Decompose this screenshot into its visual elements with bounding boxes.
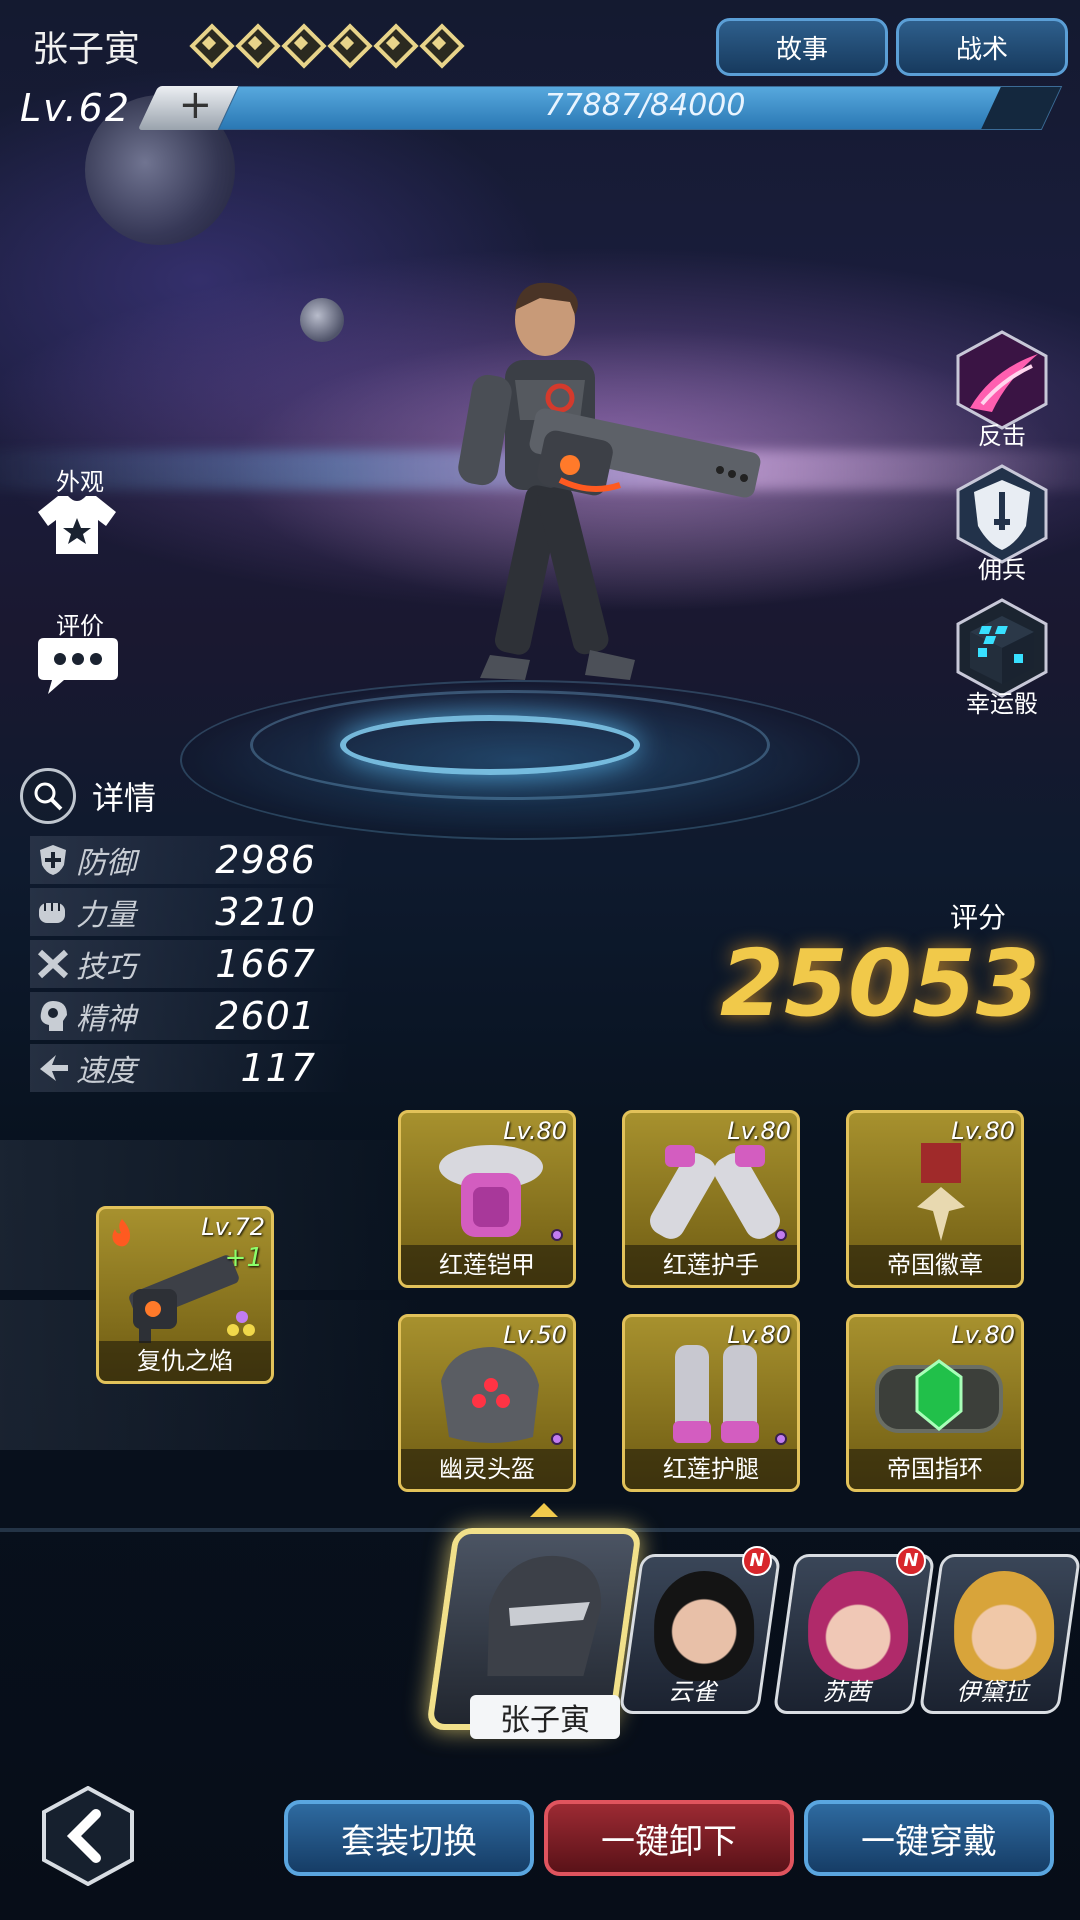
equip-name: 红莲铠甲 [401, 1245, 573, 1285]
equip-slot-gloves[interactable]: Lv.80 红莲护手 [622, 1110, 800, 1288]
star-icon [282, 24, 320, 62]
gauntlet-icon [650, 1145, 780, 1239]
score-value: 25053 [719, 930, 1040, 1037]
back-button[interactable] [38, 1786, 138, 1886]
equip-slot-helmet[interactable]: Lv.50 幽灵头盔 [398, 1314, 576, 1492]
helmet-icon [441, 1347, 539, 1443]
stat-row-defense: 防御 2986 [30, 836, 350, 884]
counter-skill-label: 反击 [978, 422, 1026, 450]
level-label: Lv.62 [20, 86, 131, 130]
hero-portrait [654, 1571, 755, 1681]
equip-level: Lv.80 [503, 1117, 567, 1145]
equip-level: Lv.80 [727, 1117, 791, 1145]
equip-name: 幽灵头盔 [401, 1449, 573, 1489]
stat-row-spirit: 精神 2601 [30, 992, 350, 1040]
level-bar: Lv.62 + 77887/84000 [0, 82, 1080, 132]
story-button[interactable]: 故事 [716, 18, 888, 76]
equip-level: Lv.80 [951, 1321, 1015, 1349]
stat-row-skill: 技巧 1667 [30, 940, 350, 988]
stat-name: 精神 [76, 1002, 136, 1037]
purple-gem-icon [775, 1433, 787, 1445]
exp-text: 77887/84000 [544, 88, 746, 123]
equip-slot-leggings[interactable]: Lv.80 红莲护腿 [622, 1314, 800, 1492]
mercenary-label: 佣兵 [978, 556, 1026, 584]
equip-slot-ring[interactable]: Lv.80 帝国指环 [846, 1314, 1024, 1492]
hero-card[interactable]: 云雀 [618, 1554, 782, 1714]
mercenary-shield-icon[interactable] [952, 464, 1052, 564]
tactics-button[interactable]: 战术 [896, 18, 1068, 76]
equip-name: 帝国徽章 [849, 1245, 1021, 1285]
equip-slot-badge[interactable]: Lv.80 帝国徽章 [846, 1110, 1024, 1288]
hero-portrait [808, 1571, 909, 1681]
planet-small [300, 298, 344, 342]
medal-icon [917, 1143, 965, 1241]
weapon-level: Lv.72 [201, 1213, 265, 1241]
flame-icon [112, 1219, 131, 1247]
equip-name: 红莲护腿 [625, 1449, 797, 1489]
weapon-slot[interactable]: Lv.72 +1 复仇之焰 [96, 1206, 274, 1384]
star-icon [328, 24, 366, 62]
hero-card[interactable]: 伊黛拉 [918, 1554, 1080, 1714]
new-badge: N [742, 1546, 772, 1576]
selected-hero-name: 张子寅 [470, 1695, 620, 1739]
chat-bubble-icon[interactable] [34, 634, 120, 696]
shirt-icon[interactable] [36, 492, 118, 558]
shield-plus-icon [30, 840, 76, 880]
greaves-icon [673, 1345, 759, 1443]
purple-gem-icon [775, 1229, 787, 1241]
hero-card-name: 伊黛拉 [956, 1678, 1029, 1706]
details-button[interactable]: 详情 [20, 768, 156, 824]
weapon-name: 复仇之焰 [99, 1341, 271, 1381]
speed-boot-icon [30, 1048, 76, 1088]
switch-set-button[interactable]: 套装切换 [284, 1800, 534, 1876]
unequip-all-button[interactable]: 一键卸下 [544, 1800, 794, 1876]
stat-name: 防御 [76, 846, 136, 881]
stat-value: 117 [240, 1046, 316, 1090]
magnifier-icon [20, 768, 76, 824]
fist-icon [30, 892, 76, 932]
new-badge: N [896, 1546, 926, 1576]
star-icon [190, 24, 228, 62]
equip-slot-armor[interactable]: Lv.80 红莲铠甲 [398, 1110, 576, 1288]
equip-level: Lv.80 [951, 1117, 1015, 1145]
star-icon [420, 24, 458, 62]
socket-dots-icon [227, 1311, 257, 1337]
star-rating [190, 24, 458, 62]
selected-caret-icon [530, 1503, 558, 1517]
hero-card-name: 苏茜 [822, 1678, 871, 1706]
helmet-portrait [487, 1555, 601, 1676]
equip-name: 帝国指环 [849, 1449, 1021, 1489]
equip-level: Lv.80 [727, 1321, 791, 1349]
star-icon [374, 24, 412, 62]
stat-value: 2601 [215, 994, 316, 1038]
details-label: 详情 [92, 779, 157, 817]
purple-gem-icon [551, 1229, 563, 1241]
lucky-dice-label: 幸运骰 [966, 690, 1038, 718]
weapon-bonus: +1 [224, 1243, 263, 1273]
stat-value: 1667 [215, 942, 316, 986]
head-brain-icon [30, 996, 76, 1036]
hero-character [458, 282, 761, 680]
stat-row-strength: 力量 3210 [30, 888, 350, 936]
stat-name: 力量 [76, 898, 136, 933]
hero-card[interactable]: 苏茜 [772, 1554, 936, 1714]
stat-value: 3210 [215, 890, 316, 934]
ring-icon [875, 1359, 1003, 1433]
hero-card-name: 云雀 [668, 1678, 717, 1706]
equip-name: 红莲护手 [625, 1245, 797, 1285]
lucky-dice-icon[interactable] [952, 598, 1052, 698]
stat-name: 速度 [76, 1054, 136, 1089]
armor-icon [439, 1145, 543, 1237]
hero-portrait [954, 1571, 1055, 1681]
stat-row-speed: 速度 117 [30, 1044, 350, 1092]
equip-level: Lv.50 [503, 1321, 567, 1349]
stat-value: 2986 [215, 838, 316, 882]
equip-all-button[interactable]: 一键穿戴 [804, 1800, 1054, 1876]
hero-name: 张子寅 [32, 29, 141, 70]
purple-gem-icon [551, 1433, 563, 1445]
crossed-tools-icon [30, 944, 76, 984]
counter-skill-icon[interactable] [952, 330, 1052, 430]
star-icon [236, 24, 274, 62]
stat-name: 技巧 [76, 950, 136, 985]
